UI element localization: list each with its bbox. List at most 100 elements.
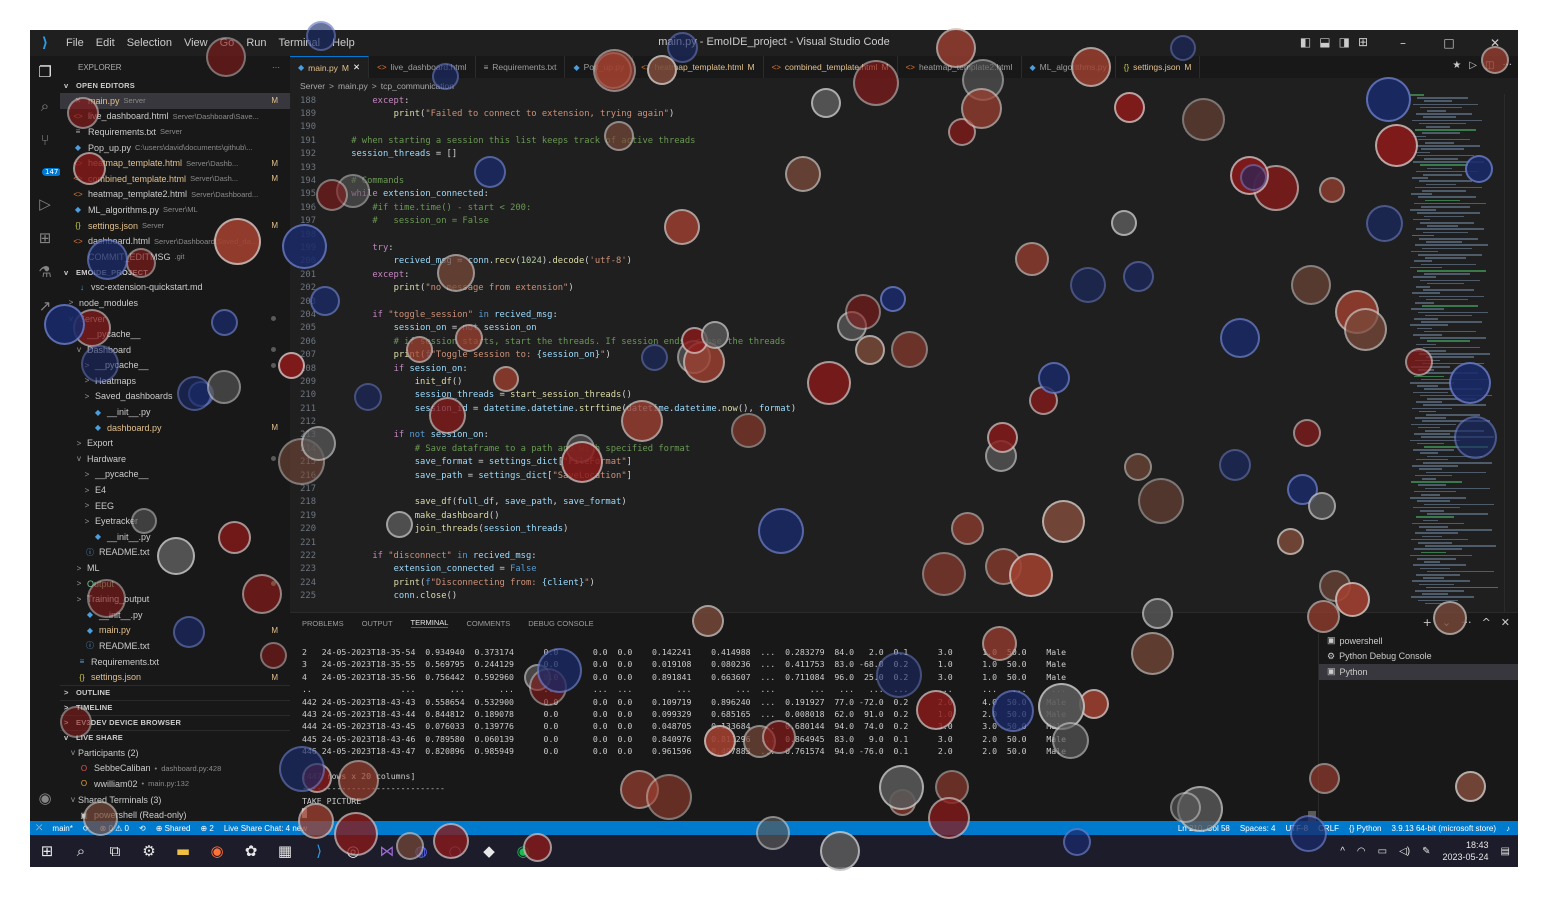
toggle-panel-icon[interactable]: ⬓ (1319, 35, 1330, 49)
open-editor-item[interactable]: <> heatmap_template2.html Server\Dashboard… (60, 187, 290, 203)
open-editor-item[interactable]: ✕ main.py Server M (60, 93, 290, 109)
editor-tab[interactable]: ≡ Requirements.txt (476, 56, 566, 78)
open-editor-item[interactable]: ◆ Pop_up.py C:\users\david\documents\githu… (60, 140, 290, 156)
maximize-button[interactable]: □ (1426, 30, 1472, 56)
breadcrumb-item[interactable]: Server (300, 81, 325, 91)
testing-icon[interactable]: ⚗ (30, 258, 60, 286)
terminal-instance[interactable]: ▣ powershell (1319, 633, 1518, 649)
app-icon[interactable]: ◆ (472, 835, 506, 867)
shared-terminals-header[interactable]: v Shared Terminals (3) (60, 792, 290, 808)
extensions-icon[interactable]: ⊞ (30, 224, 60, 252)
breadcrumb-item[interactable]: main.py (338, 81, 368, 91)
vscode-icon[interactable]: ⟩ (302, 835, 336, 867)
tree-item[interactable]: > __pycache__ (60, 326, 290, 342)
github-icon[interactable]: ◎ (336, 835, 370, 867)
battery-icon[interactable]: ▭ (1378, 846, 1387, 857)
minimize-button[interactable]: – (1380, 30, 1426, 56)
tree-item[interactable]: > Training_output (60, 591, 290, 607)
panel-tab-comments[interactable]: COMMENTS (466, 619, 510, 628)
task-view-icon[interactable]: ⧉ (98, 835, 132, 867)
editor-tab[interactable]: ◆ ML_algorithms.py (1022, 56, 1116, 78)
shared-terminal-item[interactable]: ▣ powershell (Read-only) (60, 807, 290, 821)
terminal-output[interactable]: 2 24-05-2023T18-35-54 0.934940 0.373174 … (302, 647, 1312, 818)
panel-tab-problems[interactable]: PROBLEMS (302, 619, 344, 628)
wifi-icon[interactable]: ◠ (1357, 846, 1366, 857)
more-actions-icon[interactable]: ··· (1502, 60, 1512, 71)
file-explorer-icon[interactable]: ▬ (166, 835, 200, 867)
tree-item[interactable]: ↓ vsc-extension-quickstart.md (60, 280, 290, 296)
editor-tab[interactable]: <> combined_template.html M (764, 56, 898, 78)
search-icon[interactable]: ⌕ (64, 835, 98, 867)
live-share-follow-icon[interactable]: ★ (1452, 60, 1461, 71)
close-button[interactable]: ✕ (1472, 30, 1518, 56)
paint-icon[interactable]: ✿ (234, 835, 268, 867)
visual-studio-icon[interactable]: ⋈ (370, 835, 404, 867)
tree-item[interactable]: {} settings.json M (60, 669, 290, 685)
cortana-icon[interactable]: ○ (438, 835, 472, 867)
status-item[interactable]: Spaces: 4 (1240, 824, 1276, 833)
spotify-icon[interactable]: ◉ (506, 835, 540, 867)
open-editor-item[interactable]: {} settings.json Server M (60, 218, 290, 234)
pen-icon[interactable]: ✎ (1422, 846, 1430, 857)
calculator-icon[interactable]: ▦ (268, 835, 302, 867)
open-editor-item[interactable]: ≡ Requirements.txt Server (60, 124, 290, 140)
open-editor-item[interactable]: <> live_dashboard.html Server\Dashboard\Sa… (60, 109, 290, 125)
editor-scrollbar[interactable] (1504, 94, 1518, 612)
split-editor-icon[interactable]: ◫ (1485, 60, 1494, 71)
open-editor-item[interactable]: ◆ ML_algorithms.py Server\ML (60, 202, 290, 218)
editor-tab[interactable]: ◆ main.py M ✕ (290, 56, 370, 78)
tree-item[interactable]: > Saved_dashboards (60, 389, 290, 405)
tree-item[interactable]: ◆ main.py M (60, 623, 290, 639)
live-share-icon[interactable]: ↗ (30, 292, 60, 320)
settings-icon[interactable]: ⚙ (132, 835, 166, 867)
tree-item[interactable]: > node_modules (60, 295, 290, 311)
editor-tab[interactable]: ◆ Pop_up.py (565, 56, 634, 78)
tree-item[interactable]: > Eyetracker (60, 513, 290, 529)
explorer-icon[interactable]: ❐ (30, 58, 60, 86)
section-live-share[interactable]: v LIVE SHARE (60, 729, 290, 745)
tree-item[interactable]: > Export (60, 435, 290, 451)
tree-item[interactable]: > EEG (60, 498, 290, 514)
panel-tab-terminal[interactable]: TERMINAL (410, 618, 449, 628)
menu-terminal[interactable]: Terminal (273, 37, 327, 49)
customize-layout-icon[interactable]: ⊞ (1358, 35, 1368, 49)
panel-tab-debug-console[interactable]: DEBUG CONSOLE (528, 619, 593, 628)
open-editor-item[interactable]: COMMIT_EDITMSG .git (60, 249, 290, 265)
menu-view[interactable]: View (178, 37, 214, 49)
maximize-panel-icon[interactable]: ^ (1482, 616, 1491, 629)
terminal-scrollbar[interactable] (1308, 811, 1316, 821)
editor-tab[interactable]: <> heatmap_template2.html (898, 56, 1022, 78)
minimap[interactable] (1410, 94, 1500, 612)
menu-selection[interactable]: Selection (121, 37, 178, 49)
tree-item[interactable]: ◆ dashboard.py M (60, 420, 290, 436)
participants-header[interactable]: v Participants (2) (60, 745, 290, 761)
participant-item[interactable]: O SebbeCaliban • dashboard.py:428 (60, 761, 290, 777)
tree-item[interactable]: ≡ Requirements.txt (60, 654, 290, 670)
tree-item[interactable]: ⓘ README.txt (60, 545, 290, 561)
code-editor[interactable]: 188 except: 189 print("Failed to connect … (290, 94, 1410, 612)
search-icon[interactable]: ⌕ (30, 92, 60, 120)
section-timeline[interactable]: > TIMELINE (60, 699, 290, 715)
tree-item[interactable]: > __pycache__ (60, 358, 290, 374)
tree-item[interactable]: > Heatmaps (60, 373, 290, 389)
panel-tab-output[interactable]: OUTPUT (362, 619, 393, 628)
clock[interactable]: 18:43 2023-05-24 (1443, 839, 1489, 863)
editor-tab[interactable]: {} settings.json M (1116, 56, 1201, 78)
notification-bell-icon[interactable]: ♪ (1506, 824, 1510, 833)
status-item[interactable]: ⟲ (139, 824, 146, 833)
tree-item[interactable]: ◆ __init__.py (60, 529, 290, 545)
terminal-instance[interactable]: ▣ Python (1319, 664, 1518, 680)
status-item[interactable]: UTF-8 (1285, 824, 1308, 833)
menu-edit[interactable]: Edit (90, 37, 121, 49)
status-item[interactable]: Ln 210, Col 58 (1178, 824, 1230, 833)
close-panel-icon[interactable]: ✕ (1501, 616, 1510, 629)
participant-item[interactable]: Owwilliam02 • main.py:132 (60, 776, 290, 792)
menu-go[interactable]: Go (214, 37, 241, 49)
editor-tab[interactable]: <> live_dashboard.html (369, 56, 476, 78)
volume-icon[interactable]: ◁) (1399, 846, 1410, 857)
section-ev3dev-device-browser[interactable]: > EV3DEV DEVICE BROWSER (60, 714, 290, 730)
menu-file[interactable]: File (60, 37, 90, 49)
tree-item[interactable]: > Output (60, 576, 290, 592)
tree-item[interactable]: > __pycache__ (60, 467, 290, 483)
status-item[interactable]: main* (52, 824, 72, 833)
